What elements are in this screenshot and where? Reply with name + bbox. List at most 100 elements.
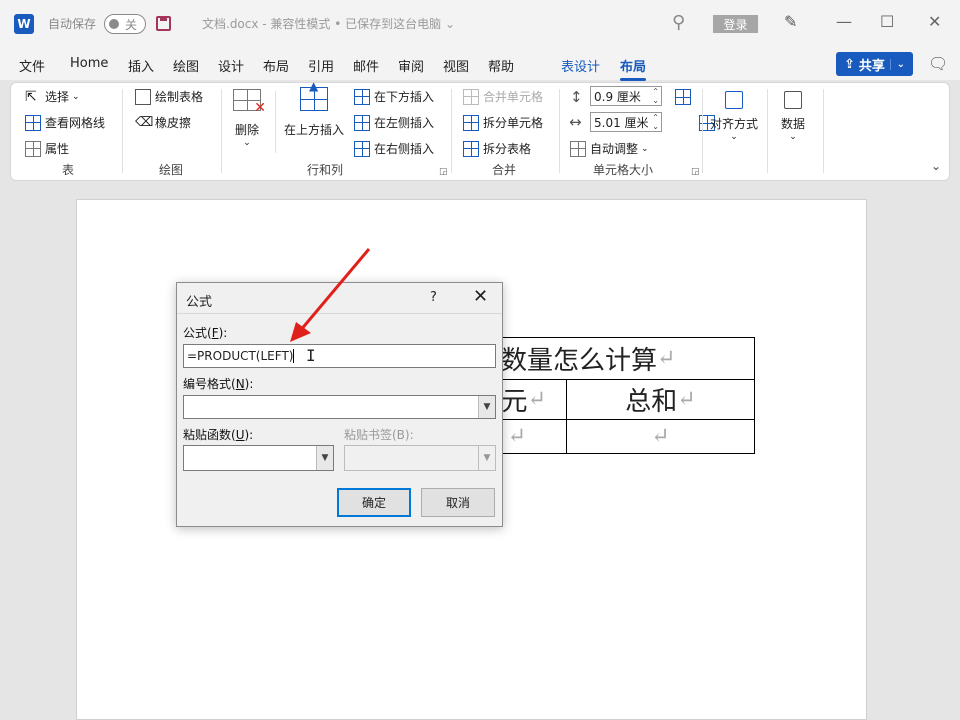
grid-icon (25, 114, 41, 131)
insert-above-label: 在上方插入 (284, 123, 345, 137)
data-icon (784, 91, 802, 109)
share-label: 共享 (858, 58, 885, 74)
cancel-button[interactable]: 取消 (421, 488, 495, 517)
chevron-down-icon: ⌄ (730, 132, 738, 142)
dialog-title: 公式 (186, 295, 213, 310)
tab-page-layout[interactable]: 布局 (263, 56, 289, 75)
autosave-state: 关 (125, 18, 138, 32)
chevron-down-icon: ⌄ (889, 58, 905, 70)
merge-cells-button[interactable]: 合并单元格 (463, 88, 543, 105)
insert-left-icon (354, 114, 370, 131)
properties-button[interactable]: 属性 (25, 140, 69, 157)
share-button[interactable]: ⇪ 共享 ⌄ (836, 52, 913, 76)
close-window-icon[interactable]: ✕ (928, 12, 941, 31)
select-button[interactable]: ⇱ 选择 ⌄ (25, 88, 80, 105)
column-width-value: 5.01 厘米 (594, 115, 649, 130)
distribute-rows-icon[interactable] (675, 89, 691, 105)
table-header-cell[interactable]: 数量怎么计算 ↵ (482, 337, 755, 380)
return-mark: ↵ (651, 424, 670, 449)
help-button[interactable]: ? (430, 290, 437, 305)
table-cell-total[interactable]: 总和 ↵ (566, 379, 755, 420)
tab-draw[interactable]: 绘图 (173, 56, 199, 75)
word-app-icon: W (14, 14, 34, 34)
data-button[interactable]: 数据 ⌄ (781, 91, 805, 142)
tab-help[interactable]: 帮助 (488, 56, 514, 75)
autofit-button[interactable]: 自动调整 ⌄ (570, 140, 649, 157)
draw-table-button[interactable]: 绘制表格 (135, 88, 203, 105)
row-height-value: 0.9 厘米 (594, 89, 641, 104)
dialog-launcher-icon[interactable]: ◲ (439, 167, 448, 177)
column-width-input[interactable]: 5.01 厘米 ⌃ ⌄ (590, 112, 662, 132)
split-table-button[interactable]: 拆分表格 (463, 140, 531, 157)
chevron-down-icon: ⌄ (641, 143, 649, 154)
draw-table-label: 绘制表格 (155, 90, 204, 104)
split-cells-button[interactable]: 拆分单元格 (463, 114, 543, 131)
formula-label: 公式(F): (183, 326, 228, 340)
column-width-icon: ↔ (569, 113, 582, 131)
delete-button[interactable]: ✕ 删除 ⌄ (233, 89, 266, 148)
row-height-input[interactable]: 0.9 厘米 ⌃ ⌄ (590, 86, 662, 106)
tab-references[interactable]: 引用 (308, 56, 334, 75)
document-title[interactable]: 文档.docx - 兼容性模式 • 已保存到这台电脑 ⌄ (202, 15, 455, 32)
login-button[interactable]: 登录 (713, 15, 758, 33)
pen-icon[interactable]: ✎ (784, 12, 797, 31)
number-format-select[interactable]: ▼ (183, 395, 496, 419)
chevron-down-icon[interactable]: ▼ (316, 446, 333, 470)
paste-function-select[interactable]: ▼ (183, 445, 334, 471)
insert-below-button[interactable]: 在下方插入 (354, 88, 434, 105)
tab-table-design[interactable]: 表设计 (561, 56, 600, 75)
formula-dialog: 公式 ? ✕ 公式(F): =PRODUCT(LEFT) 编号格式(N): ▼ … (176, 282, 503, 527)
autosave-toggle[interactable]: 关 (104, 14, 146, 34)
insert-left-button[interactable]: 在左侧插入 (354, 114, 434, 131)
alignment-icon (725, 91, 743, 109)
close-icon[interactable]: ✕ (473, 286, 488, 307)
properties-icon (25, 140, 41, 157)
maximize-icon[interactable]: ☐ (880, 12, 894, 31)
tab-view[interactable]: 视图 (443, 56, 469, 75)
dialog-launcher-icon[interactable]: ◲ (691, 167, 700, 177)
minimize-icon[interactable]: — (836, 12, 852, 31)
split-cells-label: 拆分单元格 (483, 116, 544, 130)
cursor-icon: ⇱ (25, 88, 37, 105)
spinner-arrows-icon[interactable]: ⌃ ⌄ (652, 87, 659, 105)
insert-right-button[interactable]: 在右侧插入 (354, 140, 434, 157)
view-gridlines-button[interactable]: 查看网格线 (25, 114, 105, 131)
formula-input[interactable]: =PRODUCT(LEFT) (183, 344, 496, 368)
comment-icon[interactable]: 🗨 (928, 54, 948, 73)
chevron-down-icon: ⌄ (72, 91, 80, 102)
dialog-divider (177, 313, 502, 314)
insert-above-button[interactable]: ▲ 在上方插入 (284, 79, 345, 138)
table-header-text: 数量怎么计算 (501, 346, 658, 376)
tab-mailings[interactable]: 邮件 (353, 56, 379, 75)
return-mark: ↵ (507, 424, 526, 449)
properties-label: 属性 (45, 142, 70, 156)
draw-table-icon (135, 88, 151, 105)
tab-design[interactable]: 设计 (218, 56, 244, 75)
search-icon[interactable]: ⚲ (672, 12, 685, 33)
tab-table-layout[interactable]: 布局 (620, 56, 647, 81)
chevron-down-icon[interactable]: ▼ (478, 396, 495, 418)
group-label-merge: 合并 (492, 163, 517, 177)
save-icon[interactable] (156, 16, 171, 31)
table-cell[interactable]: ↵ (566, 419, 755, 454)
eraser-icon: ⌫ (135, 114, 154, 130)
group-divider (702, 89, 703, 173)
alignment-button[interactable]: 对齐方式 ⌄ (710, 91, 758, 142)
tab-insert[interactable]: 插入 (128, 56, 154, 75)
group-divider (122, 89, 123, 173)
collapse-ribbon-icon[interactable]: ⌄ (931, 159, 941, 173)
ok-button[interactable]: 确定 (337, 488, 411, 517)
chevron-down-icon: ⌄ (243, 138, 251, 148)
tab-home[interactable]: Home (70, 56, 108, 71)
select-label: 选择 (45, 90, 70, 104)
view-gridlines-label: 查看网格线 (45, 116, 106, 130)
tab-review[interactable]: 审阅 (398, 56, 424, 75)
insert-left-label: 在左侧插入 (374, 116, 435, 130)
tab-file[interactable]: 文件 (19, 56, 45, 75)
insert-below-label: 在下方插入 (374, 90, 435, 104)
eraser-button[interactable]: ⌫ 橡皮擦 (135, 114, 191, 131)
spinner-arrows-icon[interactable]: ⌃ ⌄ (652, 113, 659, 131)
formula-value: =PRODUCT(LEFT) (187, 349, 294, 363)
alignment-label: 对齐方式 (710, 117, 759, 131)
group-divider (451, 89, 452, 173)
